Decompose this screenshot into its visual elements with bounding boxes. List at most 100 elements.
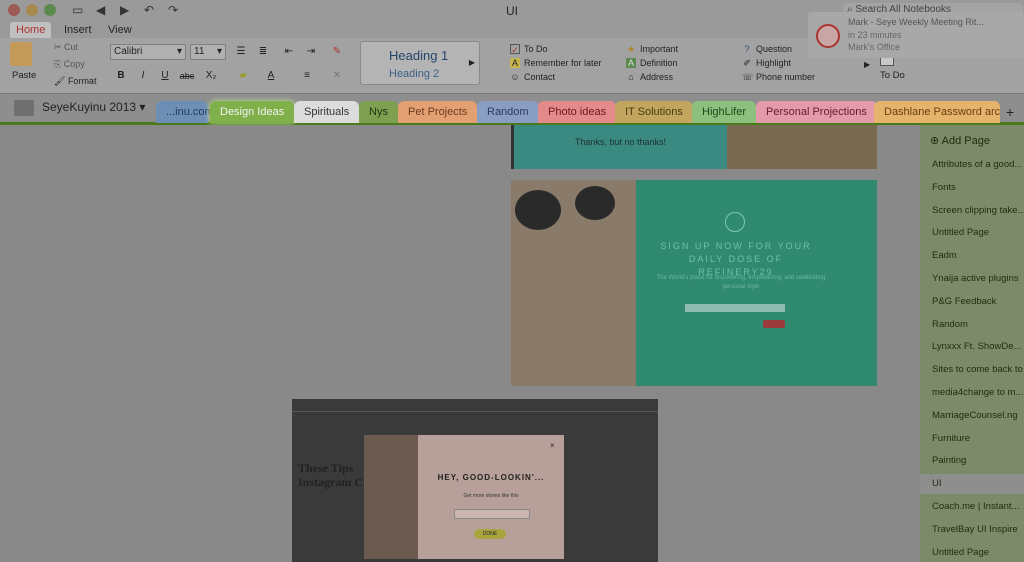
- tag-address[interactable]: ⌂ Address: [626, 72, 673, 82]
- notebook-icon[interactable]: [14, 100, 34, 116]
- notification-title: Mark - Seye Weekly Meeting Rit...: [848, 17, 984, 27]
- format-label: Format: [67, 76, 97, 86]
- add-section-icon[interactable]: +: [1006, 104, 1014, 120]
- heading-2-style[interactable]: Heading 2: [389, 68, 439, 80]
- popup-dialog: × HEY, GOOD-LOOKIN'... Get more stories …: [364, 435, 564, 559]
- outdent-icon[interactable]: ⇤: [280, 44, 298, 60]
- add-page-label: Add Page: [941, 135, 990, 147]
- tag-important[interactable]: ★ Important: [626, 44, 678, 54]
- chevron-right-icon[interactable]: ▶: [469, 58, 475, 67]
- promo-subtitle: The World's place for discovering, empow…: [656, 275, 826, 290]
- page-item[interactable]: Fonts: [932, 182, 1024, 193]
- section-tab-personal-projections[interactable]: Personal Projections: [756, 101, 877, 123]
- tag-definition[interactable]: A Definition: [626, 58, 678, 68]
- cookie-image: [727, 125, 877, 169]
- letter-a-icon: A: [510, 58, 520, 68]
- tag-contact[interactable]: ☺ Contact: [510, 72, 555, 82]
- page-item[interactable]: Untitled Page: [932, 547, 1024, 558]
- page-canvas[interactable]: Thanks, but no thanks! SIGN UP NOW FOR Y…: [0, 125, 920, 562]
- close-icon: ×: [550, 441, 555, 450]
- underline-button[interactable]: U: [156, 68, 174, 84]
- page-item[interactable]: Eadm: [932, 250, 1024, 261]
- numbering-icon[interactable]: ≣: [254, 44, 272, 60]
- section-tab-highlifer[interactable]: HighLifer: [692, 101, 757, 123]
- styles-gallery[interactable]: Heading 1 Heading 2 ▶: [360, 41, 480, 85]
- notebook-selector[interactable]: SeyeKuyinu 2013 ▾: [42, 100, 145, 114]
- page-item[interactable]: Attributes of a good...: [932, 159, 1024, 170]
- section-tab-it-solutions[interactable]: IT Solutions: [615, 101, 693, 123]
- tag-phone[interactable]: ☏ Phone number: [742, 72, 815, 82]
- popup-done-button: DONE: [474, 529, 506, 539]
- tag-question-label: Question: [756, 44, 793, 54]
- section-tab-nys[interactable]: Nys: [359, 101, 398, 123]
- add-page-button[interactable]: ⊕ Add Page: [930, 134, 990, 147]
- notebook-name: SeyeKuyinu 2013: [42, 100, 137, 114]
- promo-signup-button: [763, 320, 785, 328]
- question-icon: ?: [744, 44, 750, 54]
- notification[interactable]: Mark - Seye Weekly Meeting Rit... in 23 …: [808, 12, 1024, 58]
- font-size-value: 11: [194, 46, 205, 57]
- todo-button[interactable]: To Do: [880, 70, 905, 81]
- section-tab-pet-projects[interactable]: Pet Projects: [398, 101, 478, 123]
- font-family-select[interactable]: Calibri ▾: [110, 44, 186, 60]
- tag-highlight[interactable]: ✐ Highlight: [742, 58, 791, 68]
- section-tab-random[interactable]: Random: [477, 101, 539, 123]
- indent-icon[interactable]: ⇥: [302, 44, 320, 60]
- contact-icon: ☺: [510, 72, 520, 82]
- section-tab-spirituals[interactable]: Spirituals: [294, 101, 360, 123]
- tag-question[interactable]: ? Question: [742, 44, 792, 54]
- paste-button[interactable]: Paste: [12, 70, 36, 81]
- promo-email-field: [685, 304, 785, 312]
- page-item[interactable]: MarriageCounsel.ng: [932, 410, 1024, 421]
- tab-home[interactable]: Home: [10, 22, 52, 38]
- format-painter-button[interactable]: 🖌 Format: [54, 76, 96, 87]
- notification-location: Mark's Office: [848, 42, 901, 52]
- tab-view[interactable]: View: [102, 22, 138, 38]
- strikethrough-button[interactable]: abc: [178, 68, 196, 84]
- popup-subtitle: Get more stories like this: [463, 493, 519, 499]
- italic-button[interactable]: I: [134, 68, 152, 84]
- tag-todo[interactable]: ✓ To Do: [510, 44, 548, 55]
- page-item[interactable]: Sites to come back to: [932, 364, 1024, 375]
- section-tab-dashlane[interactable]: Dashlane Password archi: [874, 101, 1000, 123]
- copy-icon: ⎘: [54, 59, 64, 69]
- page-item[interactable]: Coach.me | Instant...: [932, 501, 1024, 512]
- page-item[interactable]: Furniture: [932, 433, 1024, 444]
- chevron-right-icon[interactable]: ▶: [864, 60, 870, 69]
- tag-contact-label: Contact: [524, 72, 556, 82]
- font-color-icon[interactable]: A: [262, 68, 280, 84]
- cut-button[interactable]: ✂ Cut: [54, 42, 78, 53]
- clear-format-icon[interactable]: ✎: [328, 44, 346, 60]
- page-item[interactable]: media4change to m...: [932, 387, 1024, 398]
- page-item[interactable]: P&G Feedback: [932, 296, 1024, 307]
- page-item[interactable]: Lynxxx Ft. ShowDe...: [932, 341, 1024, 352]
- section-tab-0[interactable]: ...inu.com: [156, 101, 214, 123]
- tag-remember[interactable]: A Remember for later: [510, 58, 602, 68]
- align-icon[interactable]: ≡: [298, 68, 316, 84]
- page-item[interactable]: Untitled Page: [932, 227, 1024, 238]
- page-item[interactable]: Ynaija active plugins: [932, 273, 1024, 284]
- bold-button[interactable]: B: [112, 68, 130, 84]
- page-item[interactable]: Painting: [932, 455, 1024, 466]
- section-tab-photo-ideas[interactable]: Photo ideas: [538, 101, 617, 123]
- page-item[interactable]: Screen clipping take...: [932, 205, 1024, 216]
- subscript-button[interactable]: X₂: [202, 68, 220, 84]
- phone-icon: ☏: [742, 72, 754, 82]
- tab-insert[interactable]: Insert: [58, 22, 98, 38]
- paste-icon[interactable]: [10, 42, 32, 66]
- section-tab-design-ideas[interactable]: Design Ideas: [210, 101, 295, 123]
- heading-1-style[interactable]: Heading 1: [389, 48, 448, 63]
- font-size-select[interactable]: 11 ▾: [190, 44, 226, 60]
- delete-icon[interactable]: ✕: [328, 68, 346, 84]
- popup-email-field: [454, 509, 530, 519]
- tag-important-label: Important: [640, 44, 679, 54]
- page-item[interactable]: Random: [932, 319, 1024, 330]
- brush-icon: 🖌: [54, 76, 68, 86]
- highlighter-icon[interactable]: ▰: [234, 68, 252, 84]
- page-item[interactable]: TravelBay UI Inspire: [932, 524, 1024, 535]
- tag-highlight-label: Highlight: [756, 58, 792, 68]
- copy-button[interactable]: ⎘ Copy: [54, 59, 85, 70]
- article-title: These Tips Instagram C: [298, 461, 363, 489]
- bullets-icon[interactable]: ☰: [232, 44, 250, 60]
- page-item[interactable]: UI: [920, 474, 1024, 495]
